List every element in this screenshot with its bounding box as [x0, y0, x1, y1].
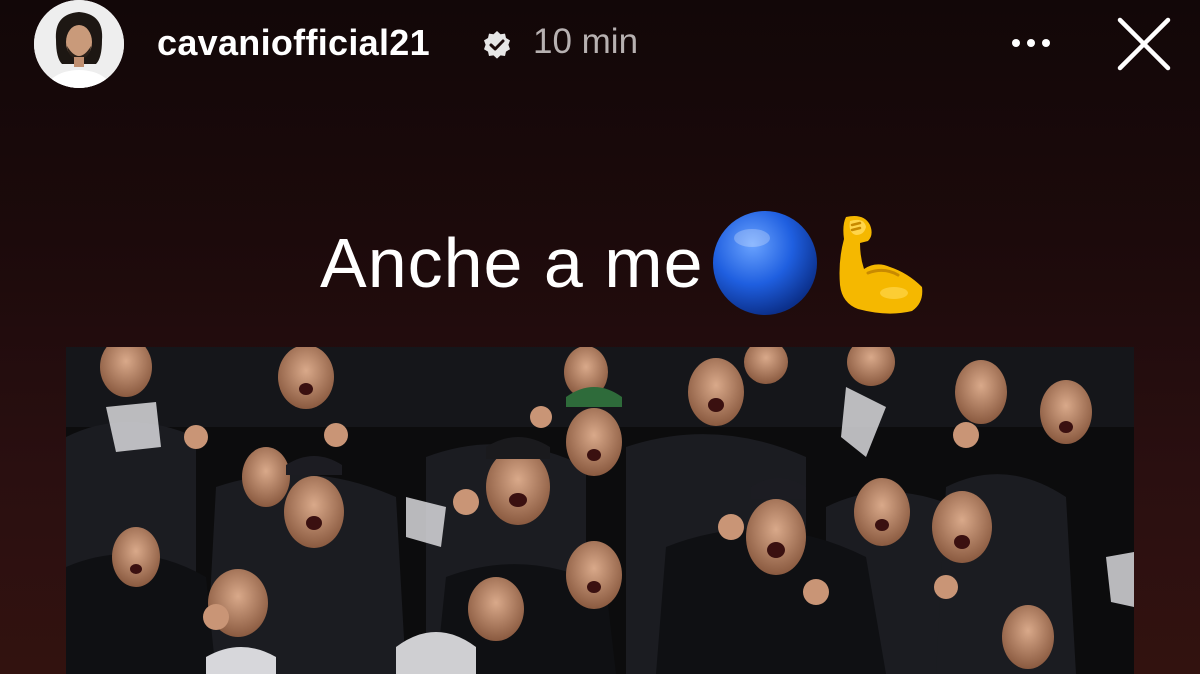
close-button[interactable]: [1112, 12, 1176, 76]
story-photo: [66, 347, 1134, 674]
more-options-icon: [1012, 39, 1050, 47]
story-timestamp: 10 min: [533, 22, 639, 61]
profile-avatar[interactable]: [34, 0, 124, 88]
blue-circle-emoji: [712, 210, 818, 316]
username[interactable]: cavaniofficial21: [157, 22, 430, 64]
flexed-biceps-emoji: [824, 211, 928, 315]
story-header: cavaniofficial21 10 min: [0, 0, 1200, 90]
verified-badge-icon: [482, 30, 512, 60]
story-caption: Anche a me: [320, 208, 928, 318]
caption-text: Anche a me: [320, 224, 704, 302]
close-icon: [1117, 17, 1171, 71]
more-options-button[interactable]: [1006, 22, 1062, 64]
